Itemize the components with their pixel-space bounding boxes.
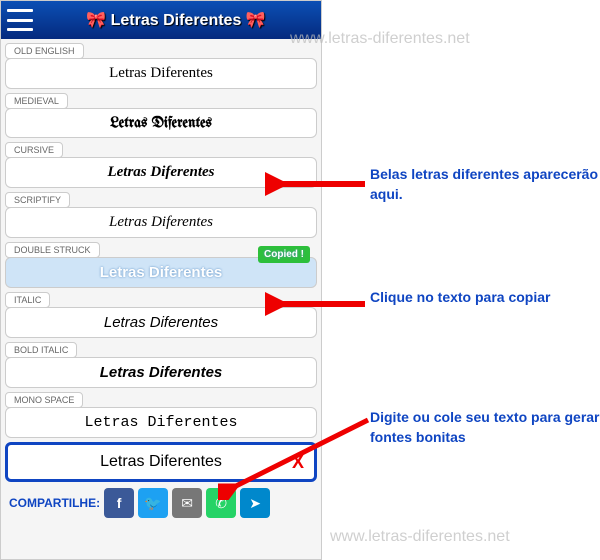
font-output[interactable]: Letras Diferentes (5, 58, 317, 89)
share-twitter-button[interactable]: 🐦 (138, 488, 168, 518)
share-email-button[interactable]: ✉ (172, 488, 202, 518)
arrow-icon (265, 172, 375, 196)
font-row: BOLD ITALICLetras Diferentes (5, 340, 317, 388)
input-value: Letras Diferentes (100, 453, 222, 471)
share-label: COMPARTILHE: (9, 496, 100, 510)
font-output[interactable]: Letras Diferentes (5, 207, 317, 238)
font-style-label: MEDIEVAL (5, 93, 68, 109)
arrow-icon (265, 292, 375, 316)
copied-badge: Copied ! (258, 246, 310, 263)
annotation-input: Digite ou cole seu texto para gerar font… (370, 408, 600, 447)
font-style-label: MONO SPACE (5, 392, 83, 408)
arrow-icon (218, 410, 378, 500)
font-row: MEDIEVALLetras Diferentes (5, 91, 317, 138)
share-facebook-button[interactable]: f (104, 488, 134, 518)
header-bar: 🎀 Letras Diferentes 🎀 (1, 1, 321, 39)
font-row: OLD ENGLISHLetras Diferentes (5, 41, 317, 89)
font-output[interactable]: Letras DiferentesCopied ! (5, 257, 317, 288)
annotation-preview: Belas letras diferentes aparecerão aqui. (370, 165, 600, 204)
font-output[interactable]: Letras Diferentes (5, 108, 317, 138)
font-style-label: DOUBLE STRUCK (5, 242, 100, 258)
menu-icon[interactable] (7, 9, 33, 31)
font-style-label: OLD ENGLISH (5, 43, 84, 59)
font-row: DOUBLE STRUCKLetras DiferentesCopied ! (5, 240, 317, 288)
font-style-label: BOLD ITALIC (5, 342, 77, 358)
font-style-label: SCRIPTIFY (5, 192, 70, 208)
font-style-label: CURSIVE (5, 142, 63, 158)
app-title: 🎀 Letras Diferentes 🎀 (37, 10, 315, 30)
font-style-label: ITALIC (5, 292, 50, 308)
font-row: SCRIPTIFYLetras Diferentes (5, 190, 317, 238)
watermark: www.letras-diferentes.net (330, 528, 510, 546)
font-output[interactable]: Letras Diferentes (5, 357, 317, 388)
annotation-copy: Clique no texto para copiar (370, 288, 600, 308)
